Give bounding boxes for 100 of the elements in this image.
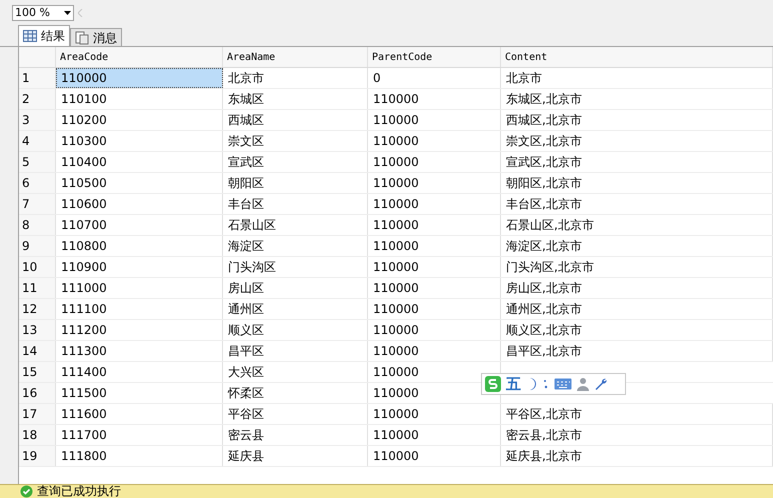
table-cell: 东城区,北京市 bbox=[501, 89, 773, 109]
table-cell: 门头沟区 bbox=[223, 257, 368, 277]
table-cell: 110000 bbox=[368, 299, 501, 319]
table-cell: 110000 bbox=[368, 341, 501, 361]
table-cell: 丰台区,北京市 bbox=[501, 194, 773, 214]
row-number: 19 bbox=[19, 446, 56, 466]
row-number: 14 bbox=[19, 341, 56, 361]
table-cell: 110600 bbox=[56, 194, 223, 214]
row-number: 7 bbox=[19, 194, 56, 214]
table-cell: 朝阳区 bbox=[223, 173, 368, 193]
tab[interactable]: 结果 bbox=[18, 25, 70, 46]
table-cell: 北京市 bbox=[501, 68, 773, 88]
table-cell: 110000 bbox=[368, 257, 501, 277]
table-cell: 大兴区 bbox=[223, 362, 368, 382]
table-cell: 海淀区,北京市 bbox=[501, 236, 773, 256]
table-cell: 110100 bbox=[56, 89, 223, 109]
table-cell: 平谷区 bbox=[223, 404, 368, 424]
status-message: 查询已成功执行 bbox=[37, 485, 121, 498]
table-cell: 110000 bbox=[368, 446, 501, 466]
table-cell: 密云县 bbox=[223, 425, 368, 445]
punctuation-icon[interactable] bbox=[543, 378, 549, 390]
row-number: 16 bbox=[19, 383, 56, 403]
table-cell: 110300 bbox=[56, 131, 223, 151]
table-cell: 110000 bbox=[368, 215, 501, 235]
table-cell: 宣武区,北京市 bbox=[501, 152, 773, 172]
table-cell: 111200 bbox=[56, 320, 223, 340]
wrench-icon[interactable] bbox=[594, 377, 608, 391]
table-cell: 111500 bbox=[56, 383, 223, 403]
table-cell: 110000 bbox=[368, 131, 501, 151]
table-cell: 110000 bbox=[56, 68, 223, 88]
person-icon[interactable] bbox=[577, 377, 589, 391]
column-header[interactable]: Content bbox=[501, 47, 773, 67]
table-cell: 崇文区,北京市 bbox=[501, 131, 773, 151]
table-cell: 111800 bbox=[56, 446, 223, 466]
table-cell: 111000 bbox=[56, 278, 223, 298]
table-cell: 房山区 bbox=[223, 278, 368, 298]
row-number: 3 bbox=[19, 110, 56, 130]
table-cell: 延庆县 bbox=[223, 446, 368, 466]
table-cell: 111600 bbox=[56, 404, 223, 424]
table-cell: 110000 bbox=[368, 320, 501, 340]
table-cell: 东城区 bbox=[223, 89, 368, 109]
table-cell: 110400 bbox=[56, 152, 223, 172]
table-cell: 丰台区 bbox=[223, 194, 368, 214]
table-cell: 崇文区 bbox=[223, 131, 368, 151]
table-cell: 平谷区,北京市 bbox=[501, 404, 773, 424]
table-cell: 顺义区 bbox=[223, 320, 368, 340]
table-cell: 110000 bbox=[368, 194, 501, 214]
row-number: 8 bbox=[19, 215, 56, 235]
table-cell: 110700 bbox=[56, 215, 223, 235]
table-cell: 110000 bbox=[368, 89, 501, 109]
table-cell: 朝阳区,北京市 bbox=[501, 173, 773, 193]
table-cell: 111100 bbox=[56, 299, 223, 319]
row-number: 11 bbox=[19, 278, 56, 298]
table-cell: 西城区 bbox=[223, 110, 368, 130]
column-header[interactable]: AreaName bbox=[223, 47, 368, 67]
table-cell: 怀柔区 bbox=[223, 383, 368, 403]
table-cell: 宣武区 bbox=[223, 152, 368, 172]
row-number: 6 bbox=[19, 173, 56, 193]
document-icon bbox=[75, 30, 89, 44]
column-header[interactable]: AreaCode bbox=[56, 47, 223, 67]
table-cell: 西城区,北京市 bbox=[501, 110, 773, 130]
table-cell: 顺义区,北京市 bbox=[501, 320, 773, 340]
row-number: 5 bbox=[19, 152, 56, 172]
table-cell: 通州区,北京市 bbox=[501, 299, 773, 319]
table-cell: 110000 bbox=[368, 278, 501, 298]
table-cell: 昌平区,北京市 bbox=[501, 341, 773, 361]
input-mode-toggle[interactable]: 五 bbox=[506, 372, 521, 396]
row-number: 4 bbox=[19, 131, 56, 151]
table-cell: 0 bbox=[368, 68, 501, 88]
table-cell: 111700 bbox=[56, 425, 223, 445]
table-cell: 延庆县,北京市 bbox=[501, 446, 773, 466]
table-cell: 北京市 bbox=[223, 68, 368, 88]
table-cell: 110000 bbox=[368, 152, 501, 172]
table-cell: 石景山区 bbox=[223, 215, 368, 235]
scroll-left-icon bbox=[78, 9, 83, 17]
table-cell: 111400 bbox=[56, 362, 223, 382]
table-cell: 110500 bbox=[56, 173, 223, 193]
zoom-dropdown[interactable]: 100 % bbox=[12, 5, 74, 21]
table-cell: 石景山区,北京市 bbox=[501, 215, 773, 235]
row-number: 18 bbox=[19, 425, 56, 445]
row-number: 9 bbox=[19, 236, 56, 256]
row-number: 13 bbox=[19, 320, 56, 340]
column-header[interactable]: ParentCode bbox=[368, 47, 501, 67]
table-cell: 110000 bbox=[368, 404, 501, 424]
table-cell: 110000 bbox=[368, 110, 501, 130]
table-cell: 门头沟区,北京市 bbox=[501, 257, 773, 277]
table-cell: 110000 bbox=[368, 236, 501, 256]
table-cell: 密云县,北京市 bbox=[501, 425, 773, 445]
table-cell: 110000 bbox=[368, 425, 501, 445]
s-logo-icon[interactable] bbox=[485, 376, 501, 392]
row-number: 10 bbox=[19, 257, 56, 277]
tab[interactable]: 消息 bbox=[70, 28, 122, 46]
row-number: 12 bbox=[19, 299, 56, 319]
table-cell: 110900 bbox=[56, 257, 223, 277]
row-number: 1 bbox=[19, 68, 56, 88]
table-cell: 111300 bbox=[56, 341, 223, 361]
table-cell: 110800 bbox=[56, 236, 223, 256]
table-cell: 海淀区 bbox=[223, 236, 368, 256]
keyboard-icon[interactable] bbox=[554, 378, 572, 390]
table-cell: 房山区,北京市 bbox=[501, 278, 773, 298]
